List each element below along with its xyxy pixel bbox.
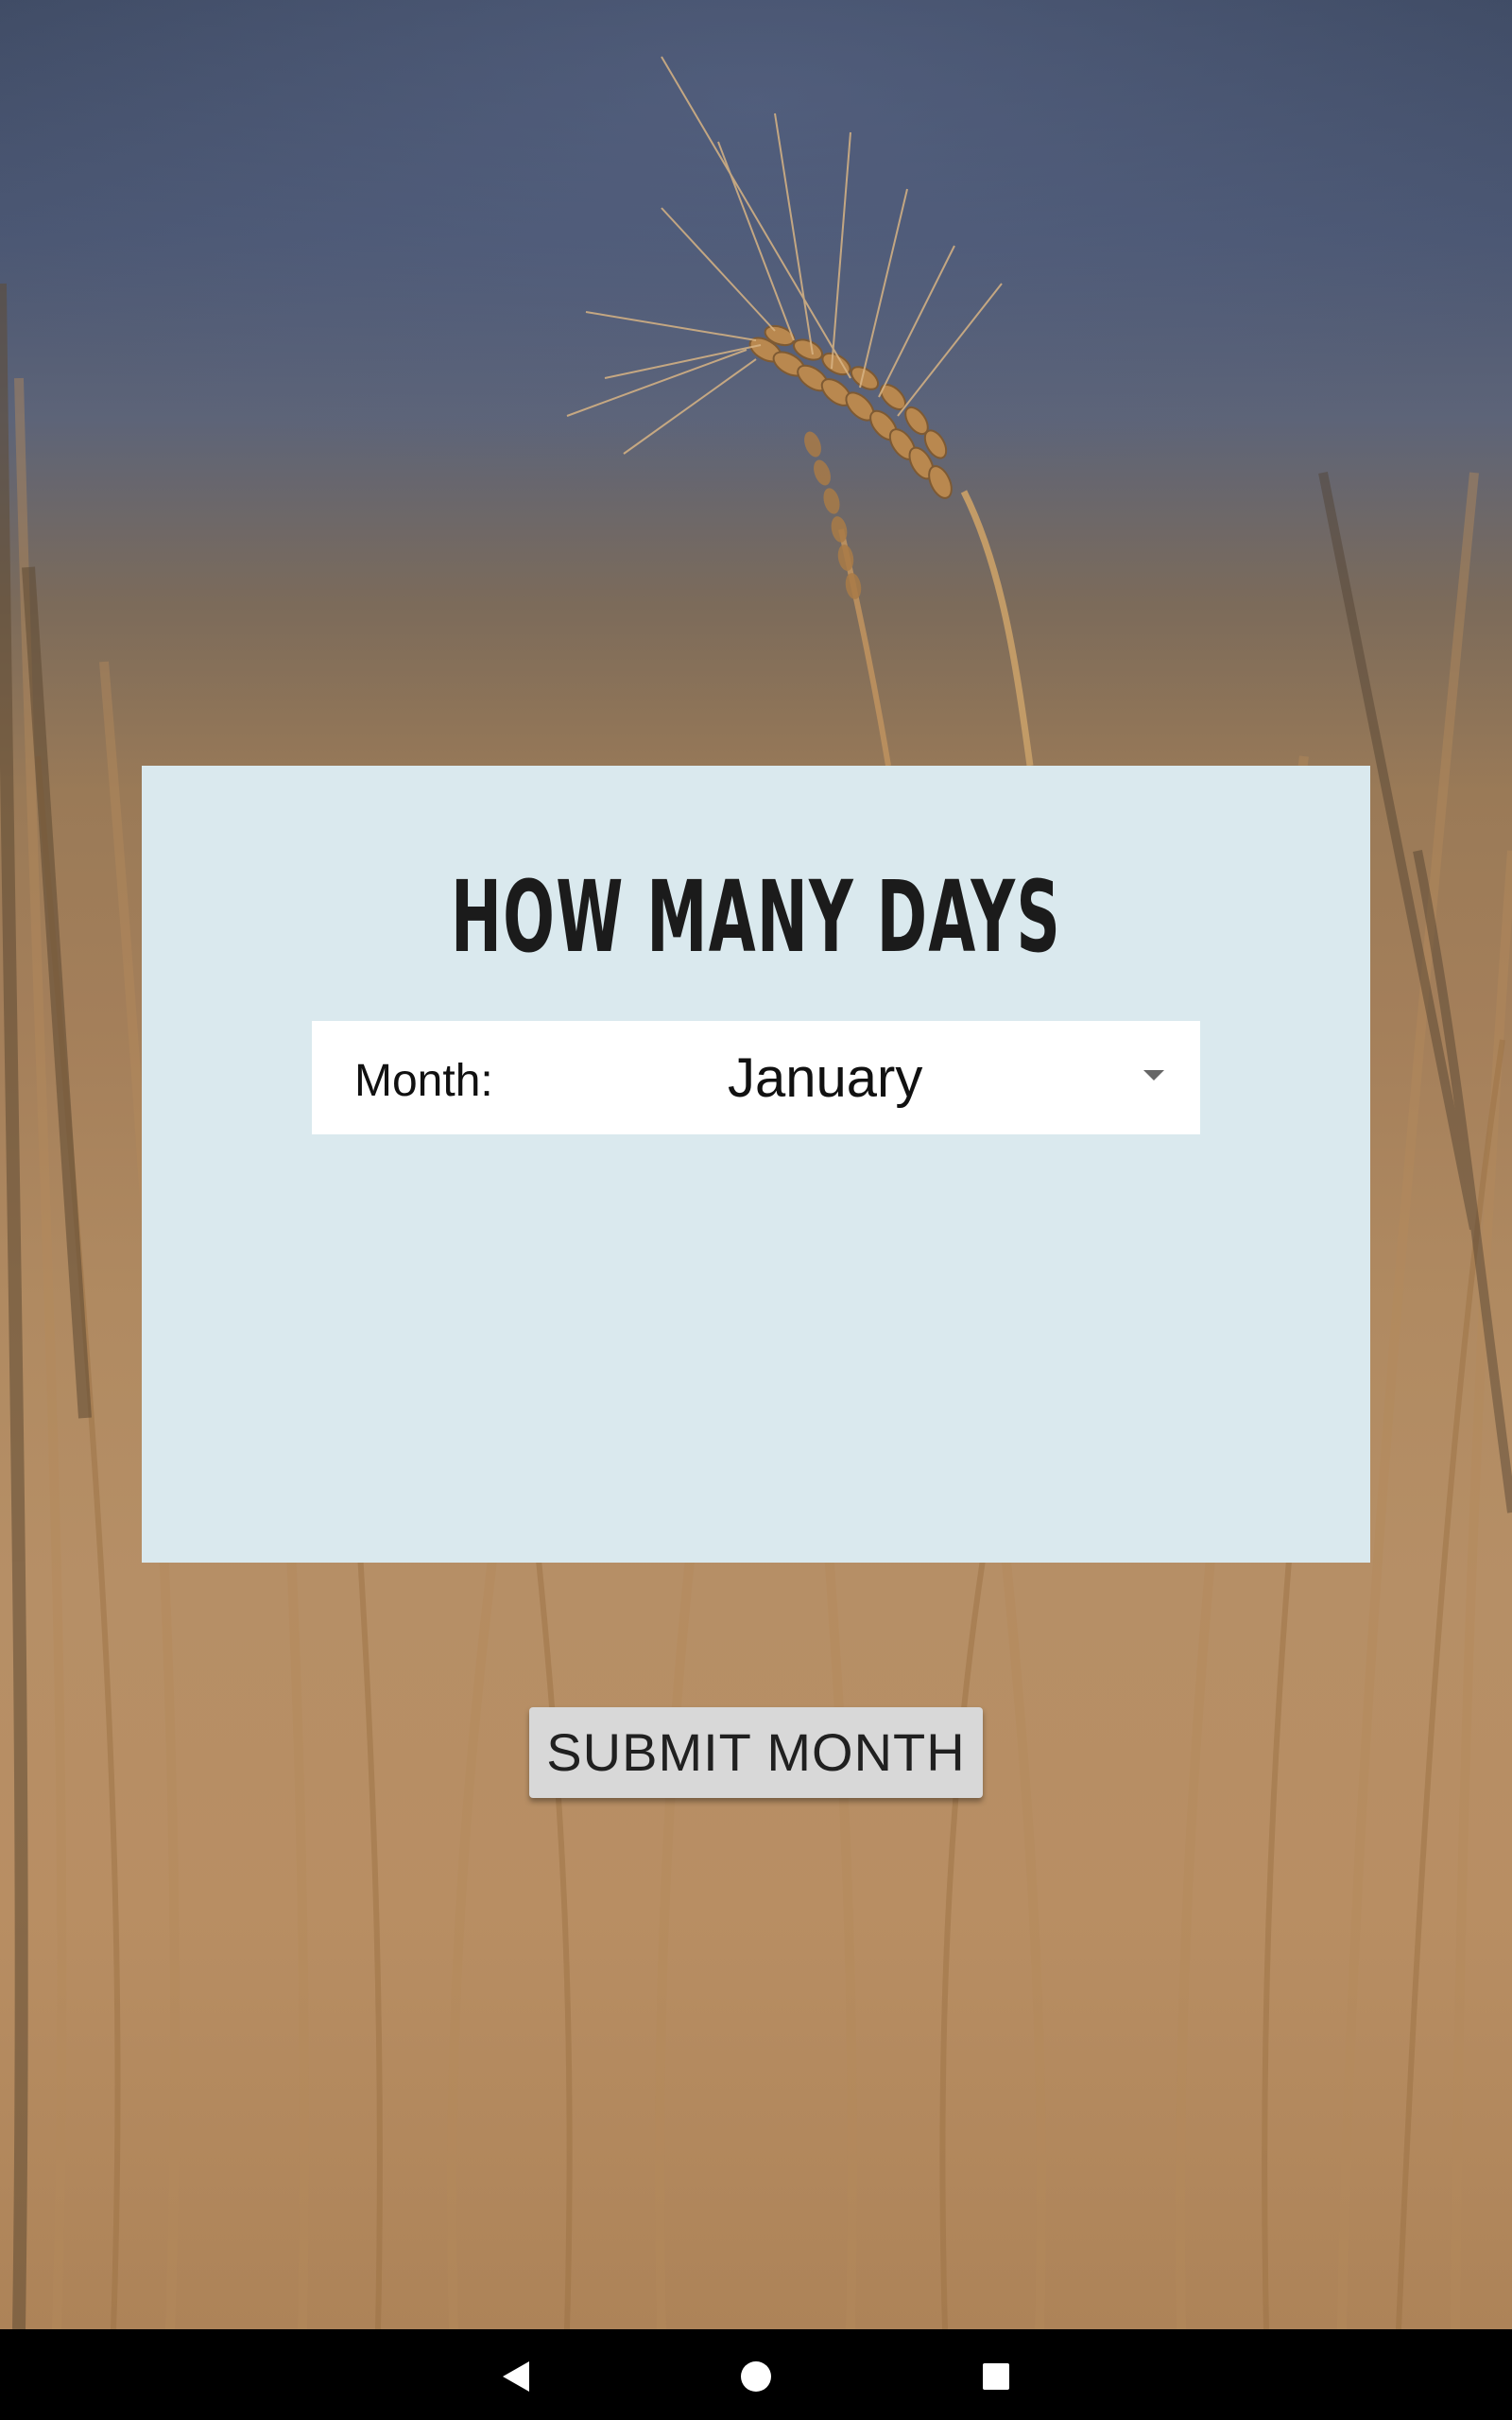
selected-month-value[interactable]: January — [728, 1051, 922, 1106]
system-navigation-bar — [0, 2329, 1512, 2420]
submit-month-button[interactable]: SUBMIT MONTH — [529, 1707, 983, 1798]
back-icon[interactable] — [471, 2329, 561, 2420]
recent-apps-icon[interactable] — [951, 2329, 1041, 2420]
month-form-card: HOW MANY DAYS Month: January — [142, 766, 1370, 1563]
app-title: HOW MANY DAYS — [450, 859, 1062, 975]
home-icon[interactable] — [711, 2329, 801, 2420]
app-screen: HOW MANY DAYS Month: January SUBMIT MONT… — [0, 0, 1512, 2420]
dropdown-arrow-icon[interactable] — [1143, 1070, 1164, 1080]
month-spinner[interactable]: Month: January — [312, 1021, 1200, 1134]
month-label: Month: — [354, 1056, 493, 1106]
